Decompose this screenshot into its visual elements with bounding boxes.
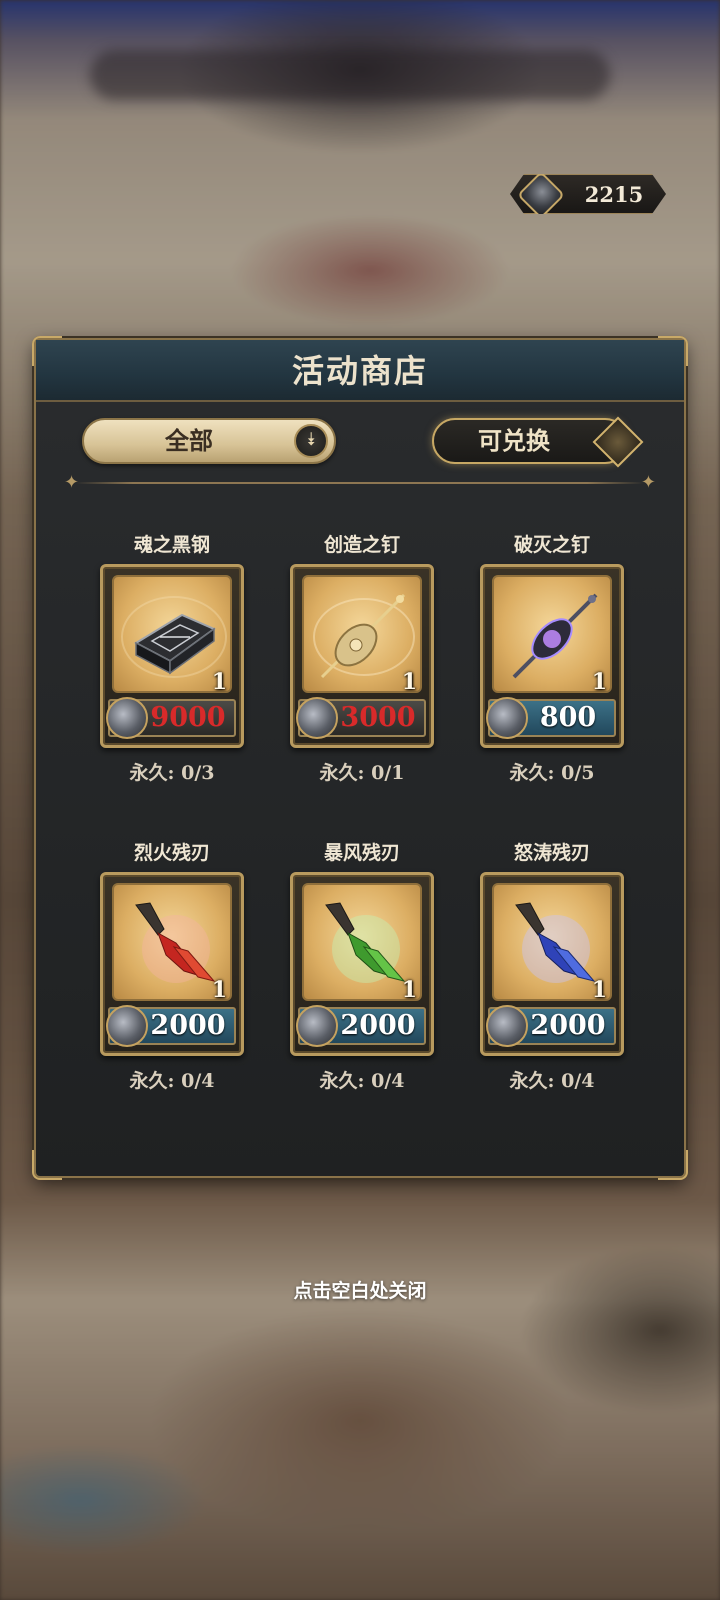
item-name: 破灭之钉 <box>513 534 590 556</box>
shop-item-soul-black-steel[interactable]: 魂之黑钢 1 9000 永久: 0/3 <box>97 530 247 800</box>
panel-header: 活动商店 <box>36 340 684 402</box>
item-price: 3000 <box>340 702 416 733</box>
coin-icon <box>516 174 566 214</box>
corner-ornament <box>658 1150 688 1180</box>
tap-to-close-hint: 点击空白处关闭 <box>293 1280 427 1302</box>
currency-counter: 2215 <box>510 174 666 214</box>
shop-item-raging-wave-blade-shard[interactable]: 怒涛残刃 1 2000 永久: 0/4 <box>477 838 627 1108</box>
divider-ornament-icon: ✦ <box>640 472 656 493</box>
purchase-limit: 永久: 0/4 <box>319 1070 405 1092</box>
item-price: 9000 <box>150 702 226 733</box>
coin-icon <box>486 697 528 739</box>
item-quantity: 1 <box>211 669 227 695</box>
item-name: 暴风残刃 <box>323 842 400 864</box>
corner-ornament <box>32 1150 62 1180</box>
shop-item-destruction-nail[interactable]: 破灭之钉 1 800 永久: 0/5 <box>477 530 627 800</box>
price-tag: 800 <box>486 697 616 739</box>
event-shop-panel: 活动商店 全部 ⯯ 可兑换 ✦ ✦ 魂之黑钢 1 9000 永久: 0/3 创造… <box>32 336 688 1180</box>
divider <box>76 482 644 484</box>
coin-icon <box>296 1005 338 1047</box>
item-quantity: 1 <box>211 977 227 1003</box>
item-price: 2000 <box>150 1010 226 1041</box>
item-card[interactable]: 1 3000 <box>290 564 434 748</box>
exchangeable-label: 可兑换 <box>478 426 550 455</box>
price-tag: 3000 <box>296 697 426 739</box>
shop-item-storm-blade-shard[interactable]: 暴风残刃 1 2000 永久: 0/4 <box>287 838 437 1108</box>
item-card[interactable]: 1 2000 <box>100 872 244 1056</box>
toggle-knob-icon[interactable] <box>592 416 644 468</box>
item-price: 800 <box>539 702 597 733</box>
price-tag: 2000 <box>296 1005 426 1047</box>
item-card[interactable]: 1 2000 <box>290 872 434 1056</box>
category-filter-dropdown[interactable]: 全部 ⯯ <box>82 418 336 464</box>
item-name: 怒涛残刃 <box>513 842 590 864</box>
item-quantity: 1 <box>401 669 417 695</box>
shop-item-flame-blade-shard[interactable]: 烈火残刃 1 2000 永久: 0/4 <box>97 838 247 1108</box>
item-price: 2000 <box>340 1010 416 1041</box>
item-name: 创造之钉 <box>323 534 400 556</box>
corner-ornament <box>658 336 688 366</box>
item-name: 烈火残刃 <box>133 842 210 864</box>
item-quantity: 1 <box>401 977 417 1003</box>
item-name: 魂之黑钢 <box>133 534 210 556</box>
exchangeable-toggle-button[interactable]: 可兑换 <box>432 416 644 468</box>
page-title: 活动商店 <box>291 352 428 390</box>
item-card[interactable]: 1 800 <box>480 564 624 748</box>
purchase-limit: 永久: 0/1 <box>319 762 405 784</box>
purchase-limit: 永久: 0/3 <box>129 762 215 784</box>
item-quantity: 1 <box>591 669 607 695</box>
blurred-top-banner <box>90 50 610 100</box>
price-tag: 2000 <box>106 1005 236 1047</box>
currency-amount: 2215 <box>584 182 644 207</box>
item-card[interactable]: 1 2000 <box>480 872 624 1056</box>
coin-icon <box>486 1005 528 1047</box>
item-card[interactable]: 1 9000 <box>100 564 244 748</box>
coin-icon <box>106 1005 148 1047</box>
corner-ornament <box>32 336 62 366</box>
filter-selected-label: 全部 <box>165 426 213 455</box>
coin-icon <box>296 697 338 739</box>
price-tag: 2000 <box>486 1005 616 1047</box>
purchase-limit: 永久: 0/4 <box>129 1070 215 1092</box>
purchase-limit: 永久: 0/4 <box>509 1070 595 1092</box>
shop-item-creation-nail[interactable]: 创造之钉 1 3000 永久: 0/1 <box>287 530 437 800</box>
item-price: 2000 <box>530 1010 606 1041</box>
price-tag: 9000 <box>106 697 236 739</box>
purchase-limit: 永久: 0/5 <box>509 762 595 784</box>
double-chevron-down-icon[interactable]: ⯯ <box>294 424 328 458</box>
item-quantity: 1 <box>591 977 607 1003</box>
coin-icon <box>106 697 148 739</box>
